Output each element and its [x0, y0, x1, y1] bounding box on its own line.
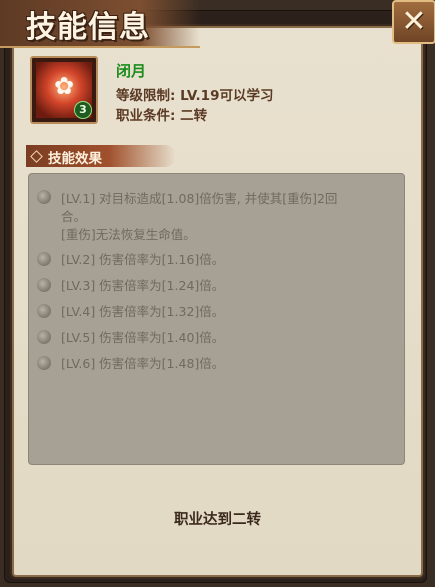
skill-icon: ✿ 3 — [30, 56, 98, 124]
effect-line: [LV.2] 伤害倍率为[1.16]倍。 — [61, 252, 225, 267]
close-icon: ✕ — [401, 4, 427, 39]
footer-requirement: 职业达到二转 — [174, 512, 261, 528]
swirl-icon — [37, 278, 51, 292]
effect-line: [重伤]无法恢复生命值。 — [61, 227, 196, 242]
skill-level-badge: 3 — [74, 101, 92, 119]
effect-line: [LV.6] 伤害倍率为[1.48]倍。 — [61, 356, 225, 371]
effect-line: 合。 — [61, 209, 87, 224]
level-requirement: 等级限制: LV.19可以学习 — [116, 88, 274, 104]
effect-line: [LV.5] 伤害倍率为[1.40]倍。 — [61, 330, 225, 345]
effect-line: [LV.4] 伤害倍率为[1.32]倍。 — [61, 304, 225, 319]
diamond-icon — [30, 150, 43, 163]
job-requirement: 职业条件: 二转 — [116, 108, 208, 124]
section-title: 技能效果 — [48, 151, 102, 167]
swirl-icon — [37, 304, 51, 318]
effect-line: [LV.3] 伤害倍率为[1.24]倍。 — [61, 278, 225, 293]
flower-icon: ✿ — [53, 72, 75, 100]
swirl-icon — [37, 330, 51, 344]
dialog-title: 技能信息 — [26, 10, 150, 45]
effect-line: [LV.1] 对目标造成[1.08]倍伤害, 并使其[重伤]2回 — [61, 191, 338, 206]
swirl-icon — [37, 252, 51, 266]
effects-list: [LV.1] 对目标造成[1.08]倍伤害, 并使其[重伤]2回 合。 [重伤]… — [28, 173, 405, 465]
swirl-icon — [37, 356, 51, 370]
section-header: 技能效果 — [26, 145, 176, 167]
skill-name: 闭月 — [116, 62, 147, 80]
swirl-icon — [37, 190, 51, 204]
title-plate: 技能信息 — [0, 0, 200, 48]
close-button[interactable]: ✕ — [392, 0, 435, 44]
